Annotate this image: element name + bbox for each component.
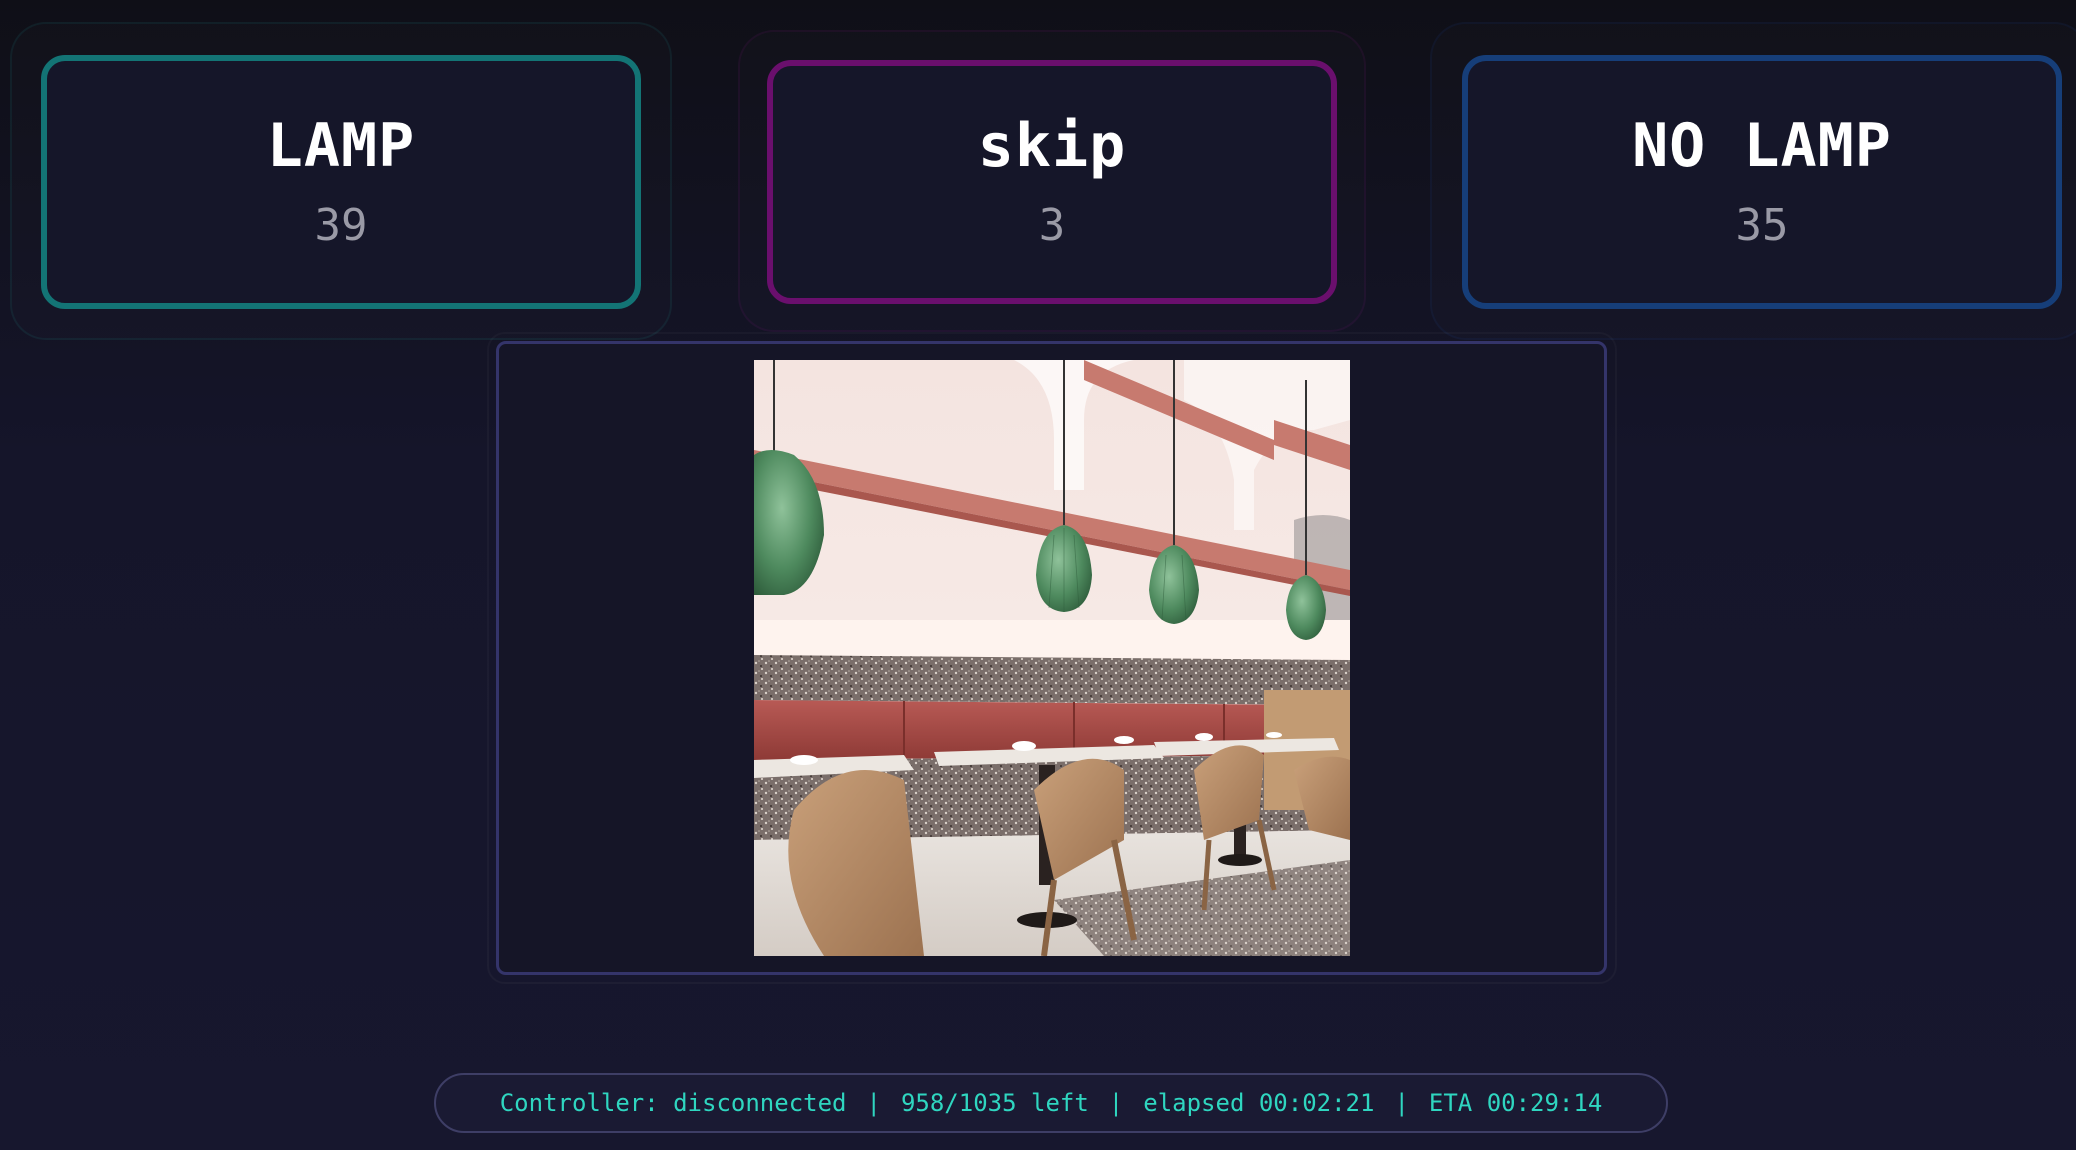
no-lamp-button-label: NO LAMP xyxy=(1632,111,1892,181)
skip-button-label: skip xyxy=(977,111,1127,181)
lamp-button-label: LAMP xyxy=(266,111,416,181)
controller-status: Controller: disconnected xyxy=(499,1089,847,1117)
status-separator: | xyxy=(1394,1089,1409,1117)
elapsed-time: elapsed 00:02:21 xyxy=(1143,1089,1375,1117)
lamp-button[interactable]: LAMP 39 xyxy=(41,55,641,309)
sample-image xyxy=(754,360,1350,956)
lamp-count: 39 xyxy=(314,200,368,251)
labeling-app: LAMP 39 skip 3 NO LAMP 35 Controller: di… xyxy=(0,0,2076,1150)
no-lamp-button[interactable]: NO LAMP 35 xyxy=(1462,55,2062,309)
no-lamp-count: 35 xyxy=(1735,200,1789,251)
status-separator: | xyxy=(866,1089,881,1117)
remaining-count: 958/1035 left xyxy=(900,1089,1089,1117)
skip-count: 3 xyxy=(1038,200,1066,251)
skip-button[interactable]: skip 3 xyxy=(767,60,1337,304)
status-separator: | xyxy=(1108,1089,1124,1117)
eta-time: ETA 00:29:14 xyxy=(1428,1089,1603,1117)
status-bar: Controller: disconnected | 958/1035 left… xyxy=(434,1073,1668,1133)
